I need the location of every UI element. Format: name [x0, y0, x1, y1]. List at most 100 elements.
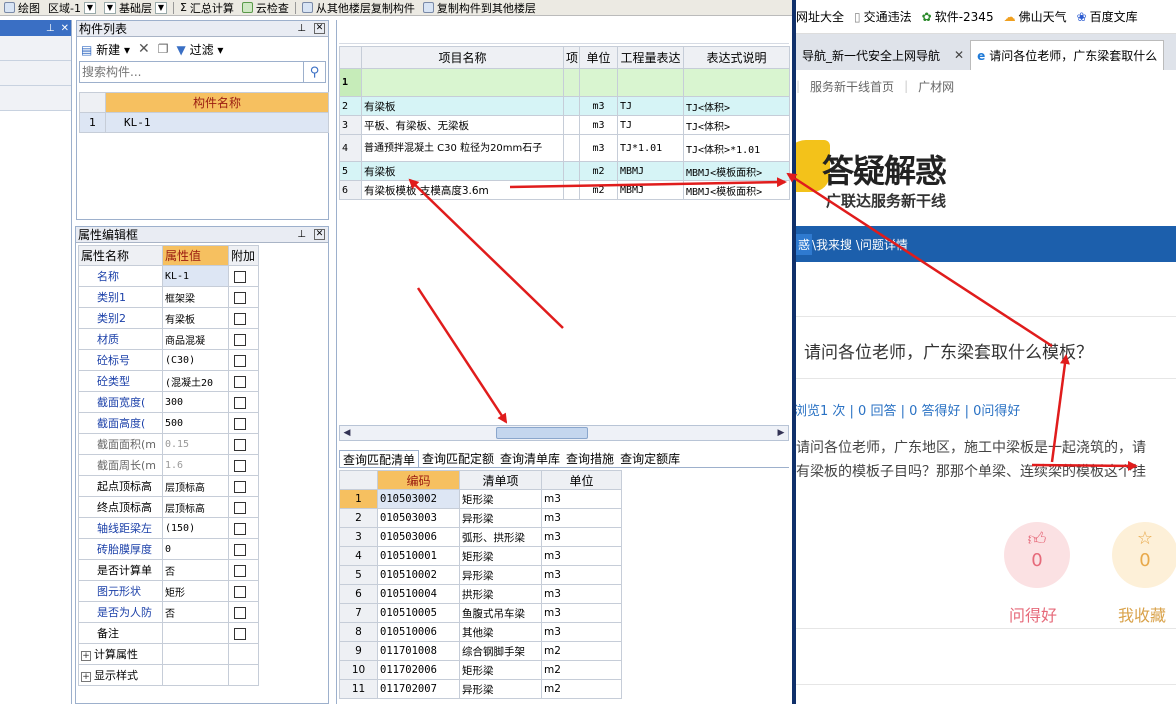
property-value[interactable]: 层顶标高: [162, 496, 229, 518]
item-unit[interactable]: [579, 68, 618, 97]
property-group[interactable]: + 显示样式: [78, 664, 163, 686]
property-value[interactable]: 0: [162, 538, 229, 560]
tab-navigation[interactable]: 导航_新一代安全上网导航 ✕: [796, 40, 970, 70]
nav-link-gcw[interactable]: 广材网: [918, 78, 954, 95]
table-row[interactable]: 5 010510002 异形梁 m3: [339, 565, 622, 585]
item-unit[interactable]: m2: [579, 161, 618, 181]
attach-checkbox[interactable]: [234, 522, 246, 535]
copy-icon[interactable]: ❐: [158, 42, 169, 56]
attach-checkbox[interactable]: [234, 291, 246, 304]
breadcrumb-item[interactable]: 惑: [796, 233, 813, 255]
property-value[interactable]: 500: [162, 412, 229, 434]
item-code[interactable]: 010503002: [377, 489, 460, 509]
delete-icon[interactable]: ✕: [138, 41, 150, 57]
table-row[interactable]: 3 平板、有梁板、无梁板 m3 TJ TJ<体积>: [339, 115, 790, 135]
table-row[interactable]: 1: [339, 68, 790, 97]
property-value[interactable]: KL-1: [162, 265, 229, 287]
item-flag[interactable]: [563, 96, 580, 116]
close-icon[interactable]: ✕: [61, 23, 69, 34]
bookmark-item[interactable]: ▯ 交通违法: [854, 8, 912, 25]
attach-checkbox[interactable]: [234, 501, 246, 514]
formula-bar[interactable]: [339, 22, 789, 44]
item-code[interactable]: 010510006: [377, 622, 460, 642]
pin-icon[interactable]: ⊥: [297, 229, 306, 240]
item-name[interactable]: 异形梁: [459, 508, 542, 528]
copy-from-floor-button[interactable]: 从其他楼层复制构件: [298, 0, 419, 15]
nav-link-home[interactable]: 服务新干线首页: [810, 78, 894, 95]
summary-calc-button[interactable]: Σ 汇总计算: [176, 0, 238, 15]
item-expression[interactable]: TJ: [617, 96, 684, 116]
item-code[interactable]: 011702007: [377, 679, 460, 699]
item-name[interactable]: 弧形、拱形梁: [459, 527, 542, 547]
question-stats[interactable]: 浏览1 次 | 0 回答 | 0 答得好 | 0问得好: [796, 400, 1020, 419]
property-value[interactable]: 有梁板: [162, 307, 229, 329]
table-row[interactable]: 4 普通预拌混凝土 C30 粒径为20mm石子 m3 TJ*1.01 TJ<体积>*1.…: [339, 134, 790, 162]
item-name[interactable]: 矩形梁: [459, 489, 542, 509]
property-group[interactable]: + 计算属性: [78, 643, 163, 665]
table-row[interactable]: 2 有梁板 m3 TJ TJ<体积>: [339, 96, 790, 116]
expand-icon[interactable]: +: [81, 672, 91, 682]
item-code[interactable]: 010503006: [377, 527, 460, 547]
item-name[interactable]: [361, 68, 564, 97]
item-code[interactable]: 010510002: [377, 565, 460, 585]
item-unit[interactable]: m3: [579, 96, 618, 116]
property-value[interactable]: (150): [162, 517, 229, 539]
breadcrumb-item[interactable]: \我来搜 \问题详情: [812, 236, 908, 253]
table-row[interactable]: 3 010503006 弧形、拱形梁 m3: [339, 527, 622, 547]
item-name[interactable]: 有梁板: [361, 96, 564, 116]
expand-icon[interactable]: +: [81, 651, 91, 661]
item-code[interactable]: 010503003: [377, 508, 460, 528]
bookmark-item[interactable]: 网址大全: [796, 8, 844, 25]
item-flag[interactable]: [563, 161, 580, 181]
draw-tool[interactable]: 绘图: [0, 0, 44, 15]
attach-checkbox[interactable]: [234, 333, 246, 346]
item-name[interactable]: 矩形梁: [459, 546, 542, 566]
item-flag[interactable]: [563, 68, 580, 97]
scroll-left-icon[interactable]: ◀: [340, 426, 354, 440]
property-value[interactable]: 1.6: [162, 454, 229, 476]
query-tab[interactable]: 查询匹配定额: [419, 450, 497, 467]
attach-checkbox[interactable]: [234, 375, 246, 388]
item-unit[interactable]: m2: [579, 180, 618, 200]
item-name[interactable]: 矩形梁: [459, 660, 542, 680]
property-value[interactable]: 0.15: [162, 433, 229, 455]
attach-checkbox[interactable]: [234, 312, 246, 325]
item-name[interactable]: 有梁板模板 支模高度3.6m: [361, 180, 564, 200]
property-value[interactable]: 层顶标高: [162, 475, 229, 497]
table-row[interactable]: 6 010510004 拱形梁 m3: [339, 584, 622, 604]
search-input[interactable]: [79, 61, 305, 83]
tab-question[interactable]: e 请问各位老师，广东梁套取什么: [970, 40, 1165, 70]
item-name[interactable]: 有梁板: [361, 161, 564, 181]
attach-checkbox[interactable]: [234, 417, 246, 430]
attach-checkbox[interactable]: [234, 585, 246, 598]
item-name[interactable]: 鱼腹式吊车梁: [459, 603, 542, 623]
scroll-right-icon[interactable]: ▶: [774, 426, 788, 440]
property-group-row[interactable]: + 计算属性: [78, 643, 259, 665]
item-flag[interactable]: [563, 115, 580, 135]
item-name[interactable]: 异形梁: [459, 679, 542, 699]
property-value[interactable]: 否: [162, 559, 229, 581]
item-code[interactable]: 011702006: [377, 660, 460, 680]
attach-checkbox[interactable]: [234, 606, 246, 619]
attach-checkbox[interactable]: [234, 459, 246, 472]
copy-to-floor-button[interactable]: 复制构件到其他楼层: [419, 0, 540, 15]
item-name[interactable]: 综合钢脚手架: [459, 641, 542, 661]
item-name[interactable]: 平板、有梁板、无梁板: [361, 115, 564, 135]
property-value[interactable]: 商品混凝: [162, 328, 229, 350]
item-code[interactable]: 010510001: [377, 546, 460, 566]
floor-select[interactable]: ▼ 基础层 ▼: [100, 0, 171, 15]
table-row[interactable]: 5 有梁板 m2 MBMJ MBMJ<模板面积>: [339, 161, 790, 181]
query-tab[interactable]: 查询匹配清单: [339, 450, 420, 467]
new-button[interactable]: ▤ 新建 ▾: [81, 41, 130, 58]
property-value[interactable]: 矩形: [162, 580, 229, 602]
item-code[interactable]: 010510004: [377, 584, 460, 604]
property-value[interactable]: (C30): [162, 349, 229, 371]
property-value[interactable]: 否: [162, 601, 229, 623]
attach-checkbox[interactable]: [234, 270, 246, 283]
close-icon[interactable]: ✕: [314, 229, 325, 240]
table-row[interactable]: 1 KL-1: [79, 112, 329, 133]
table-row[interactable]: 6 有梁板模板 支模高度3.6m m2 MBMJ MBMJ<模板面积>: [339, 180, 790, 200]
close-icon[interactable]: ✕: [954, 48, 964, 62]
attach-checkbox[interactable]: [234, 354, 246, 367]
query-tab[interactable]: 查询定额库: [617, 450, 683, 467]
